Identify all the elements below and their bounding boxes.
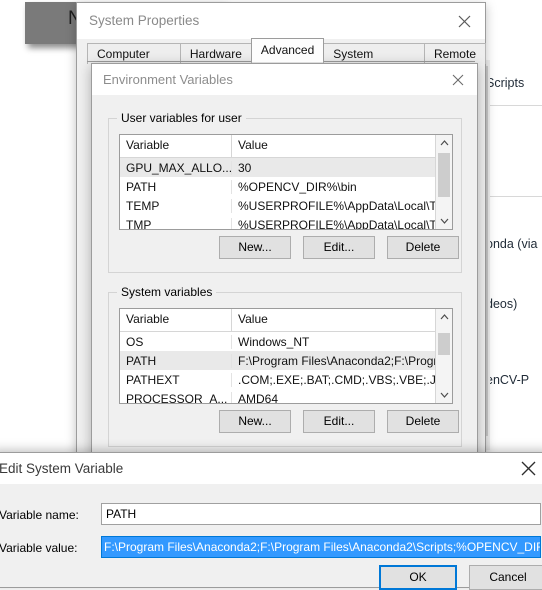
background-text-fragment: onda (via [486,237,538,251]
system-variables-group-label: System variables [117,285,217,299]
user-variables-group-label: User variables for user [117,111,246,125]
close-icon[interactable] [443,3,485,39]
system-variables-header: Variable Value [120,309,452,332]
table-row[interactable]: GPU_MAX_ALLO... 30 [120,158,452,177]
tab-advanced[interactable]: Advanced [250,38,325,62]
chevron-up-icon[interactable] [436,135,452,151]
table-row[interactable]: OS Windows_NT [120,332,452,351]
row-variable: TEMP [120,198,232,213]
variable-name-label: Variable name: [0,508,79,522]
column-header-value: Value [238,138,268,152]
background-text-fragment: Scripts [486,76,525,90]
edit-button[interactable]: Edit... [303,236,375,259]
scrollbar-thumb[interactable] [438,333,450,355]
row-value: AMD64 [238,391,279,404]
table-row[interactable]: PATH F:\Program Files\Anaconda2;F:\Progr… [120,351,452,370]
background-divider [484,196,542,197]
edit-system-variable-title: Edit System Variable [0,461,124,476]
row-value: Windows_NT [238,334,310,349]
table-row[interactable]: PATHEXT .COM;.EXE;.BAT;.CMD;.VBS;.VBE;.J… [120,370,452,389]
system-properties-title: System Properties [89,13,200,28]
delete-button[interactable]: Delete [387,410,459,433]
new-button[interactable]: New... [219,410,291,433]
row-variable: OS [120,334,232,349]
system-properties-tabs: Computer Name Hardware Advanced System P… [87,38,486,81]
row-value: .COM;.EXE;.BAT;.CMD;.VBS;.VBE;.JS;.... [238,372,452,387]
system-variables-group: System variables Variable Value OS Windo… [108,285,462,447]
row-value: %USERPROFILE%\AppData\Local\Temp [238,217,452,230]
table-row[interactable]: PROCESSOR_A... AMD64 [120,389,452,404]
table-row[interactable]: PATH %OPENCV_DIR%\bin [120,177,452,196]
row-variable: GPU_MAX_ALLO... [120,160,232,175]
close-icon[interactable] [507,453,542,484]
ok-button[interactable]: OK [379,565,457,590]
environment-variables-title: Environment Variables [103,72,233,87]
system-variables-buttons: New... Edit... Delete [219,410,459,433]
edit-system-variable-dialog: Edit System Variable Variable name: PATH… [0,452,542,590]
edit-button[interactable]: Edit... [303,410,375,433]
system-properties-titlebar[interactable]: System Properties [77,3,485,39]
user-variables-buttons: New... Edit... Delete [219,236,459,259]
environment-variables-dialog: Environment Variables User variables for… [91,63,478,459]
row-value: 30 [238,160,252,175]
row-variable: TMP [120,217,232,229]
cancel-button[interactable]: Cancel [469,565,542,590]
close-icon[interactable] [439,64,477,95]
system-variables-scrollbar[interactable] [435,309,452,403]
column-header-value: Value [238,312,268,326]
scrollbar-thumb[interactable] [438,153,450,197]
table-row[interactable]: TEMP %USERPROFILE%\AppData\Local\Temp [120,196,452,215]
background-text-fragment: deos) [486,297,518,311]
column-header-variable: Variable [120,135,232,157]
column-header-variable: Variable [120,309,232,331]
variable-value-label: Variable value: [0,541,78,555]
background-text-fragment: enCV-P [486,373,530,387]
user-variables-header: Variable Value [120,135,452,158]
row-variable: PATH [120,353,232,368]
new-button[interactable]: New... [219,236,291,259]
row-value: %OPENCV_DIR%\bin [238,179,357,194]
chevron-up-icon[interactable] [436,309,452,325]
table-row[interactable]: TMP %USERPROFILE%\AppData\Local\Temp [120,215,452,230]
row-value: %USERPROFILE%\AppData\Local\Temp [238,198,452,213]
chevron-down-icon[interactable] [436,213,452,229]
edit-system-variable-titlebar[interactable]: Edit System Variable [0,453,542,484]
row-variable: PATHEXT [120,372,232,387]
row-variable: PATH [120,179,232,194]
user-variables-group: User variables for user Variable Value G… [108,111,462,273]
user-variables-scrollbar[interactable] [435,135,452,229]
user-variables-list[interactable]: Variable Value GPU_MAX_ALLO... 30 PATH %… [119,134,453,230]
delete-button[interactable]: Delete [387,236,459,259]
row-value: F:\Program Files\Anaconda2;F:\Progra... [238,353,452,368]
variable-value-selected-text: F:\Program Files\Anaconda2;F:\Program Fi… [102,537,540,557]
background-divider [484,105,542,106]
environment-variables-titlebar[interactable]: Environment Variables [92,64,477,95]
chevron-down-icon[interactable] [436,387,452,403]
variable-value-input[interactable]: F:\Program Files\Anaconda2;F:\Program Fi… [101,536,541,558]
variable-name-input[interactable]: PATH [101,503,541,525]
row-variable: PROCESSOR_A... [120,391,232,403]
system-variables-list[interactable]: Variable Value OS Windows_NT PATH F:\Pro… [119,308,453,404]
